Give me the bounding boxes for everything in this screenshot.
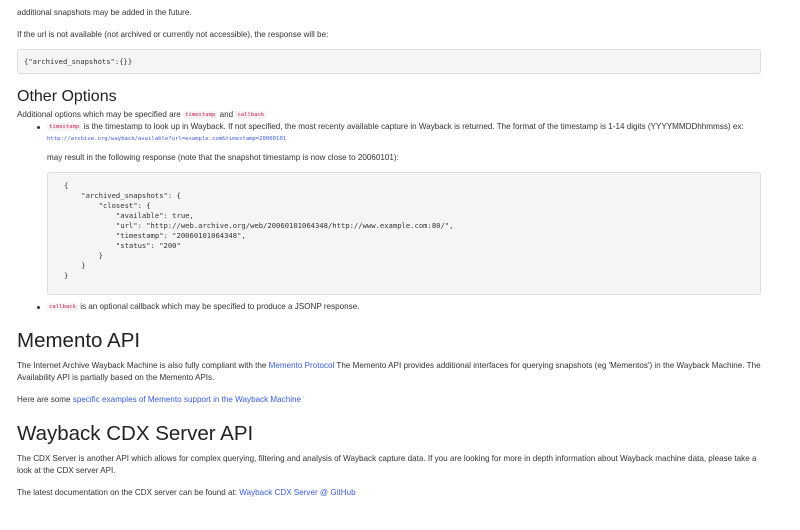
cdx-github-link[interactable]: Wayback CDX Server @ GitHub bbox=[239, 488, 355, 497]
response-text: may result in the following response (no… bbox=[47, 153, 399, 162]
memento-heading: Memento API bbox=[17, 329, 141, 352]
memento-examples-paragraph: Here are some specific examples of Memen… bbox=[17, 394, 761, 406]
response-code: { "archived_snapshots": { "closest": { "… bbox=[47, 172, 761, 295]
cdx-docs-text: The latest documentation on the CDX serv… bbox=[17, 488, 238, 497]
cdx-heading: Wayback CDX Server API bbox=[17, 422, 254, 445]
bullet-callback-text: is an optional callback which may be spe… bbox=[80, 302, 360, 311]
memento-protocol-link[interactable]: Memento Protocol bbox=[269, 361, 335, 370]
timestamp-code: timestamp bbox=[183, 111, 218, 119]
list-item-timestamp: timestamp is the timestamp to look up in… bbox=[37, 121, 761, 295]
memento-paragraph: The Internet Archive Wayback Machine is … bbox=[17, 360, 761, 384]
and-text: and bbox=[219, 110, 234, 119]
cdx-docs-paragraph: The latest documentation on the CDX serv… bbox=[17, 487, 761, 499]
bullet-timestamp-text: is the timestamp to look up in Wayback. … bbox=[83, 122, 744, 131]
other-options-heading: Other Options bbox=[17, 88, 117, 105]
list-item-callback: callback is an optional callback which m… bbox=[37, 301, 761, 313]
bullet-callback-code: callback bbox=[47, 303, 78, 311]
cdx-paragraph: The CDX Server is another API which allo… bbox=[17, 454, 757, 475]
memento-examples-link[interactable]: specific examples of Memento support in … bbox=[73, 395, 301, 404]
other-options-intro: Additional options which may be specifie… bbox=[17, 109, 761, 121]
bullet-timestamp-code: timestamp bbox=[47, 123, 82, 131]
callback-code: callback bbox=[235, 111, 267, 119]
not-available-code: {"archived_snapshots":{}} bbox=[17, 49, 761, 74]
doc-content: additional snapshots may be added in the… bbox=[17, 0, 761, 499]
memento-examples-text: Here are some bbox=[17, 395, 71, 404]
intro-paragraph: additional snapshots may be added in the… bbox=[17, 7, 761, 19]
example-request-link[interactable]: http://archive.org/wayback/available?url… bbox=[47, 135, 761, 143]
intro-line: additional snapshots may be added in the… bbox=[17, 8, 192, 17]
not-available-text: If the url is not available (not archive… bbox=[17, 30, 329, 39]
memento-text-before: The Internet Archive Wayback Machine is … bbox=[17, 361, 267, 370]
page: additional snapshots may be added in the… bbox=[0, 0, 800, 530]
options-text: Additional options which may be specifie… bbox=[17, 110, 181, 119]
options-list: timestamp is the timestamp to look up in… bbox=[17, 121, 761, 313]
